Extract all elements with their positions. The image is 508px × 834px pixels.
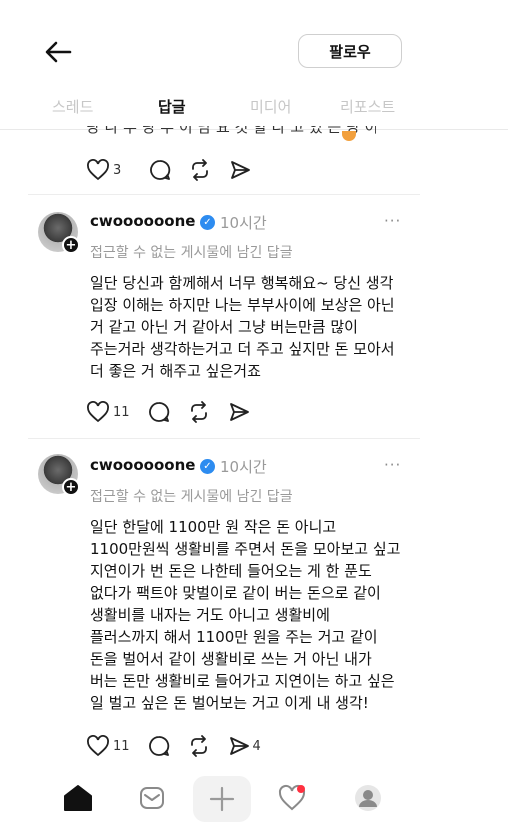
- username[interactable]: cwoooooone: [90, 212, 195, 230]
- post-actions: 11: [86, 398, 268, 426]
- tab-threads[interactable]: 스레드: [52, 96, 93, 117]
- bottom-navigation: [0, 764, 508, 834]
- follow-plus-icon[interactable]: +: [62, 478, 80, 496]
- comment-icon: [148, 736, 169, 756]
- more-options-icon[interactable]: ···: [384, 212, 401, 230]
- follow-plus-icon[interactable]: +: [62, 236, 80, 254]
- comment-icon: [150, 160, 171, 180]
- like-button[interactable]: 11: [86, 401, 130, 423]
- post-actions: 11 4: [86, 732, 279, 760]
- verified-badge-icon: ✓: [200, 215, 215, 230]
- post-divider: [28, 194, 420, 195]
- activity-heart-icon: [278, 784, 306, 811]
- reply-context: 접근할 수 없는 게시물에 남긴 답글: [90, 245, 293, 261]
- repost-icon: [190, 401, 207, 423]
- profile-icon: [355, 785, 381, 811]
- repost-button[interactable]: [188, 401, 210, 423]
- post-text: 일단 당신과 함께해서 너무 행복해요~ 당신 생각 입장 이해는 하지만 나는…: [90, 274, 395, 380]
- comment-button[interactable]: [148, 735, 170, 757]
- share-button[interactable]: [229, 159, 251, 181]
- reply-context: 접근할 수 없는 게시물에 남긴 답글: [90, 489, 293, 505]
- post-time: 10시간: [220, 214, 267, 232]
- share-icon: [229, 403, 249, 421]
- username[interactable]: cwoooooone: [90, 456, 195, 474]
- nav-activity[interactable]: [272, 778, 312, 818]
- previous-post-text-cut: 당 나 부 당 부 이 남 요 것 할 다 고 있 는 당 이: [86, 126, 376, 136]
- search-icon: [140, 787, 164, 809]
- nav-search[interactable]: [132, 778, 172, 818]
- heart-icon: [87, 401, 109, 423]
- back-arrow-icon[interactable]: [44, 40, 72, 64]
- heart-icon: [87, 735, 109, 757]
- repost-button[interactable]: [189, 159, 211, 181]
- comment-icon: [148, 402, 169, 422]
- nav-home[interactable]: [58, 778, 98, 818]
- share-icon: [231, 161, 251, 179]
- repost-icon: [192, 159, 209, 181]
- heart-icon: [87, 159, 109, 181]
- comment-button[interactable]: [149, 159, 171, 181]
- nav-profile[interactable]: [348, 778, 388, 818]
- nav-create[interactable]: [193, 776, 251, 822]
- tab-reposts[interactable]: 리포스트: [340, 96, 395, 117]
- post-text: 일단 한달에 1100만 원 작은 돈 아니고 1100만원씩 생활비를 주면서…: [90, 518, 401, 712]
- like-count: 3: [113, 162, 122, 178]
- like-count: 11: [113, 404, 130, 420]
- share-button[interactable]: [228, 401, 250, 423]
- like-button[interactable]: 3: [86, 159, 121, 181]
- home-icon: [64, 785, 92, 811]
- previous-post-actions: 3: [86, 156, 269, 184]
- follow-button[interactable]: 팔로우: [298, 34, 402, 68]
- plus-icon: [209, 786, 235, 812]
- verified-badge-icon: ✓: [200, 459, 215, 474]
- repost-button[interactable]: [188, 735, 210, 757]
- top-bar: 팔로우: [0, 0, 508, 80]
- share-icon: [229, 737, 249, 755]
- share-button[interactable]: 4: [228, 735, 261, 757]
- more-options-icon[interactable]: ···: [384, 456, 401, 474]
- post-divider: [28, 438, 420, 439]
- tab-replies[interactable]: 답글: [158, 96, 186, 117]
- comment-button[interactable]: [148, 401, 170, 423]
- tab-media[interactable]: 미디어: [250, 96, 291, 117]
- post-time: 10시간: [220, 458, 267, 476]
- repost-icon: [190, 735, 207, 757]
- like-button[interactable]: 11: [86, 735, 130, 757]
- like-count: 11: [113, 738, 130, 754]
- share-count: 4: [252, 738, 261, 754]
